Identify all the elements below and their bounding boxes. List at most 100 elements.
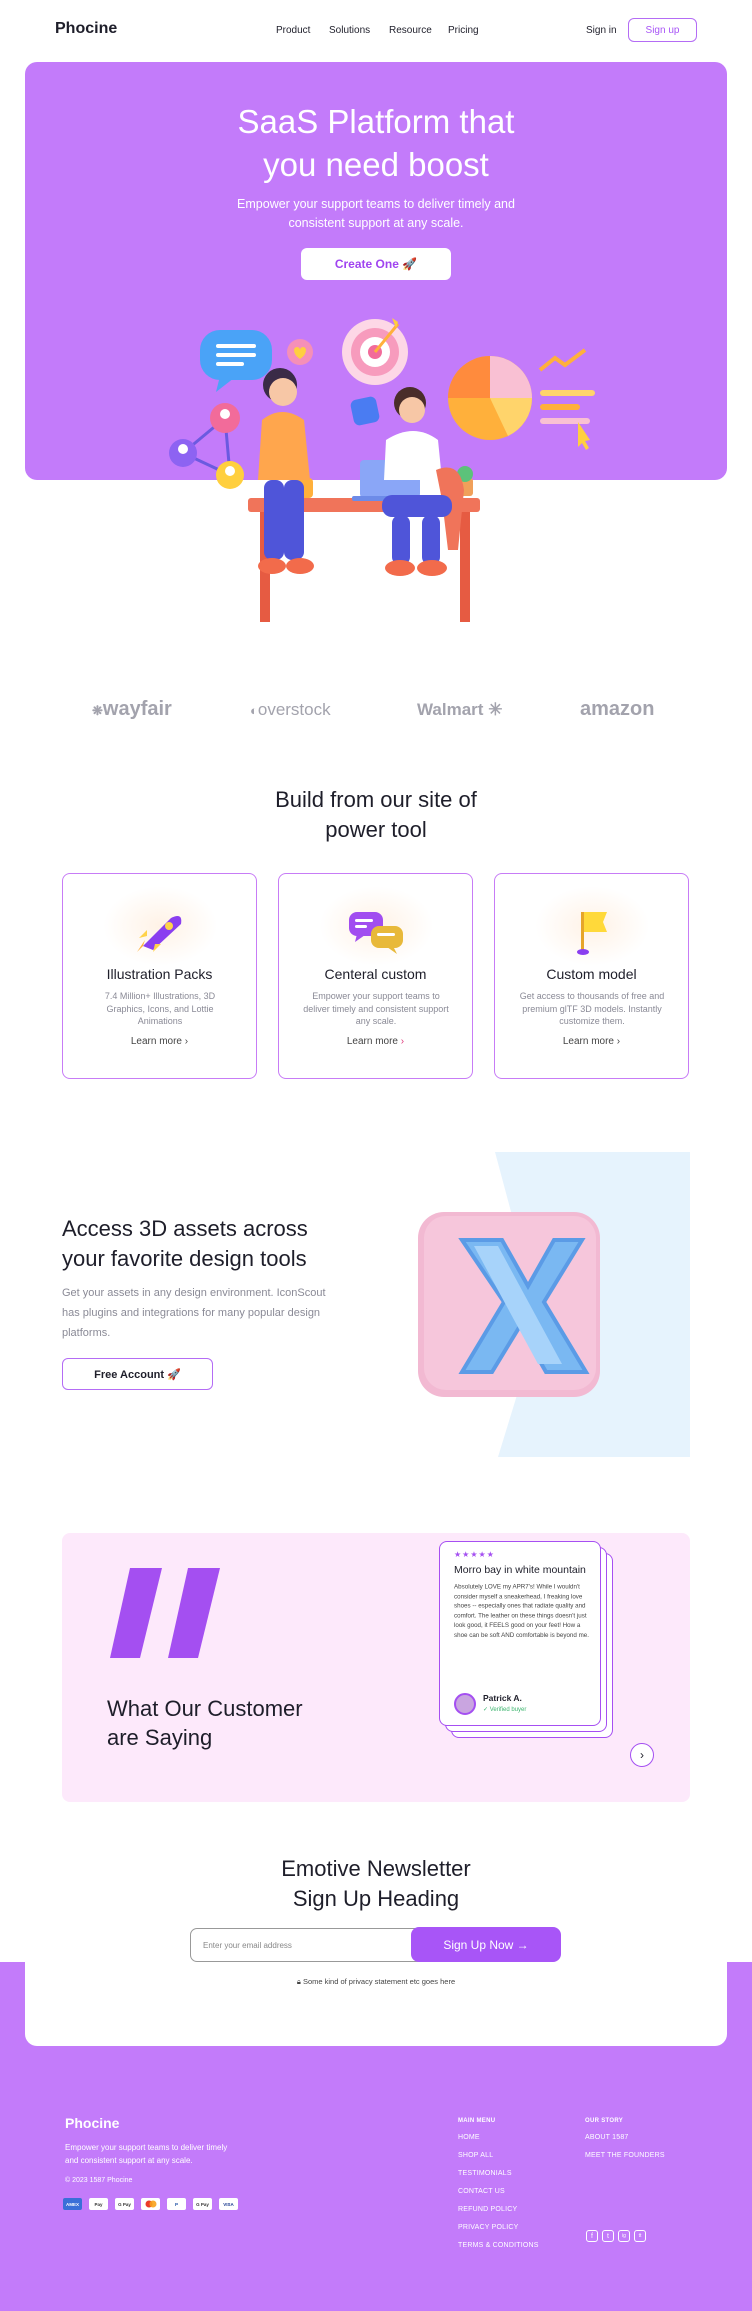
instagram-icon[interactable]: ig [618, 2230, 630, 2242]
footer-logo[interactable]: Phocine [65, 2115, 119, 2131]
chat-bubble-icon [200, 330, 272, 392]
learn-more-label: Learn more [562, 1036, 614, 1047]
hero-subtitle-line2: consistent support at any scale. [288, 216, 464, 230]
footer-link-refund-policy[interactable]: REFUND POLICY [458, 2206, 517, 2213]
sign-in-link[interactable]: Sign in [586, 25, 617, 36]
footer-description: Empower your support teams to deliver ti… [65, 2143, 228, 2165]
feature-card-illustration-packs[interactable]: Illustration Packs 7.4 Million+ Illustra… [62, 873, 257, 1079]
chat-bubbles-icon [349, 912, 403, 954]
reviewer-name: Patrick A. [483, 1693, 522, 1703]
rocket-icon [137, 916, 182, 952]
hero-subtitle-line1: Empower your support teams to deliver ti… [237, 197, 515, 211]
free-account-button[interactable]: Free Account 🚀 [62, 1358, 213, 1390]
brand-wayfair-text: wayfair [102, 698, 172, 720]
paypal-icon: P [167, 2198, 186, 2210]
network-icon [169, 403, 244, 489]
feature-card-custom-model[interactable]: Custom model Get access to thousands of … [494, 873, 689, 1079]
facebook-glyph: f [591, 2232, 593, 2240]
our-story-heading: OUR STORY [585, 2118, 624, 2124]
privacy-text: Some kind of privacy statement etc goes … [302, 1977, 456, 1986]
nav-solutions[interactable]: Solutions [329, 25, 370, 36]
footer-link-privacy-policy[interactable]: PRIVACY POLICY [458, 2224, 519, 2231]
flag-icon [577, 912, 607, 955]
footer-link-shop-all[interactable]: SHOP ALL [458, 2152, 493, 2159]
tiktok-icon[interactable]: tt [634, 2230, 646, 2242]
copyright: © 2023 1587 Phocine [65, 2177, 133, 2184]
review-text: Absolutely LOVE my APR7's! While I would… [454, 1582, 589, 1639]
access-title-line1: Access 3D assets across [62, 1216, 308, 1241]
chevron-right-icon: › [616, 1036, 621, 1047]
chevron-right-icon: › [400, 1036, 405, 1047]
learn-more-link[interactable]: Learn more › [279, 1036, 472, 1047]
card-description: Get access to thousands of free and prem… [519, 991, 665, 1026]
nav-resource[interactable]: Resource [389, 25, 432, 36]
facebook-icon[interactable]: f [586, 2230, 598, 2242]
nav-pricing[interactable]: Pricing [448, 25, 479, 36]
testimonial-heading-line1: What Our Customer [107, 1696, 303, 1721]
build-title-line1: Build from our site of [275, 787, 477, 812]
learn-more-label: Learn more [346, 1036, 398, 1047]
chevron-right-icon: › [640, 1748, 644, 1762]
google-pay-icon-2: G Pay [193, 2198, 212, 2210]
app-tile-icon [350, 396, 380, 426]
verified-badge: ✓ Verified buyer [483, 1707, 527, 1713]
tiktok-glyph: tt [638, 2233, 642, 2239]
main-menu-heading: MAIN MENU [458, 2118, 496, 2124]
card-title: Illustration Packs [106, 966, 213, 982]
brand-walmart-text: Walmart [417, 700, 484, 719]
testimonial-heading-line2: are Saying [107, 1725, 213, 1750]
newsletter-title-line2: Sign Up Heading [292, 1886, 460, 1911]
sign-up-button[interactable]: Sign up [628, 18, 697, 42]
email-input[interactable]: Enter your email address [190, 1928, 420, 1962]
access-description: Get your assets in any design environmen… [62, 1287, 326, 1339]
build-section-title: Build from our site of power tool [0, 785, 752, 845]
logo[interactable]: Phocine [55, 20, 117, 38]
visa-icon: VISA [219, 2198, 238, 2210]
apple-pay-icon: Pay [89, 2198, 108, 2210]
hero-title: SaaS Platform that you need boost [25, 100, 727, 186]
footer-link-contact-us[interactable]: CONTACT US [458, 2188, 505, 2195]
access-title-line2: your favorite design tools [62, 1246, 307, 1271]
twitter-icon[interactable]: t [602, 2230, 614, 2242]
brand-logo-overstock: ◐overstock [250, 700, 331, 719]
newsletter-title-line1: Emotive Newsletter [281, 1856, 471, 1881]
google-pay-icon: G Pay [115, 2198, 134, 2210]
card-description: Empower your support teams to deliver ti… [303, 991, 449, 1026]
create-one-button[interactable]: Create One 🚀 [301, 248, 451, 280]
footer-link-terms[interactable]: TERMS & CONDITIONS [458, 2242, 539, 2249]
footer-link-testimonials[interactable]: TESTIMONIALS [458, 2170, 512, 2177]
next-arrow-button[interactable]: › [630, 1743, 654, 1767]
card-description: 7.4 Million+ Illustrations, 3D Graphics,… [104, 991, 216, 1026]
chevron-right-icon: › [184, 1036, 189, 1047]
brand-logo-wayfair: ❋wayfair [92, 698, 172, 720]
testimonial-heading: What Our Customer are Saying [107, 1694, 303, 1752]
feature-card-centeral-custom[interactable]: Centeral custom Empower your support tea… [278, 873, 473, 1079]
brand-overstock-text: overstock [257, 700, 331, 719]
sign-up-now-button[interactable]: Sign Up Now → [411, 1927, 561, 1962]
footer-link-founders[interactable]: MEET THE FOUNDERS [585, 2152, 665, 2159]
brand-logo-walmart: Walmart ✳ [417, 700, 503, 719]
card-title: Centeral custom [324, 966, 427, 982]
privacy-statement: 🔒︎ Some kind of privacy statement etc go… [0, 1977, 752, 1987]
top-nav: Phocine Product Solutions Resource Prici… [0, 0, 752, 60]
learn-more-label: Learn more [130, 1036, 182, 1047]
brand-logo-amazon: amazon [580, 698, 654, 721]
learn-more-link[interactable]: Learn more › [495, 1036, 688, 1047]
card-title: Custom model [546, 966, 637, 982]
cursor-icon [578, 422, 590, 450]
rating-stars: ★★★★★ [454, 1550, 495, 1559]
learn-more-link[interactable]: Learn more › [63, 1036, 256, 1047]
footer-link-about[interactable]: ABOUT 1587 [585, 2134, 629, 2141]
x-3d-illustration [418, 1152, 690, 1457]
mastercard-icon [141, 2198, 160, 2210]
target-icon [342, 318, 408, 385]
hero-subtitle: Empower your support teams to deliver ti… [225, 195, 527, 233]
hero-title-line1: SaaS Platform that [237, 103, 515, 140]
amex-icon: AMEX [63, 2198, 82, 2210]
nav-product[interactable]: Product [276, 25, 310, 36]
build-title-line2: power tool [325, 817, 427, 842]
hero-illustration [169, 318, 595, 622]
pie-chart-icon [448, 356, 532, 440]
avatar [454, 1693, 476, 1715]
footer-link-home[interactable]: HOME [458, 2134, 480, 2141]
